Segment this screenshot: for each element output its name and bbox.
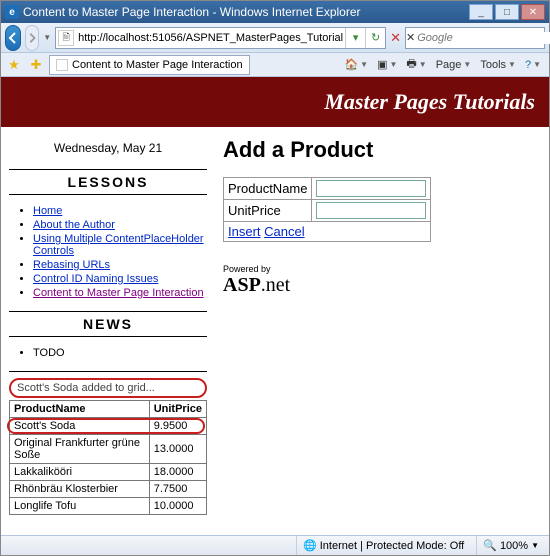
favorites-add-icon[interactable]: ✚ [27,57,45,73]
lesson-link-controlid[interactable]: Control ID Naming Issues [33,273,158,285]
browser-tab[interactable]: Content to Master Page Interaction [49,55,250,75]
close-button[interactable]: ✕ [521,4,545,20]
maximize-button[interactable]: □ [495,4,519,20]
status-zone: 🌐 Internet | Protected Mode: Off [296,536,470,555]
lesson-link-author[interactable]: About the Author [33,219,115,231]
insert-link[interactable]: Insert [228,224,261,239]
rss-icon: ▣ [377,58,387,71]
search-box[interactable]: ✕ 🔍 [405,27,545,49]
sidebar: Wednesday, May 21 LESSONS Home About the… [1,127,215,535]
tab-bar: ★ ✚ Content to Master Page Interaction 🏠… [1,53,549,77]
feeds-button[interactable]: ▣▼ [373,55,401,75]
arrow-left-icon [6,31,20,45]
back-button[interactable] [5,25,21,51]
home-button[interactable]: 🏠▼ [340,55,372,75]
site-banner: Master Pages Tutorials [1,77,549,127]
news-list: TODO [9,347,207,359]
address-bar[interactable]: 🗎 http://localhost:51056/ASPNET_MasterPa… [55,27,386,49]
tools-menu[interactable]: Tools▼ [476,55,520,75]
page-icon: 🗎 [58,30,74,46]
lessons-list: Home About the Author Using Multiple Con… [9,205,207,299]
window-title: Content to Master Page Interaction - Win… [23,5,361,19]
unitprice-input[interactable] [316,202,426,219]
tab-page-icon [56,59,68,71]
add-product-form: ProductName UnitPrice Insert Cancel [223,177,431,242]
table-row: Lakkalikööri18.0000 [10,464,207,481]
help-button[interactable]: ?▼ [521,55,545,75]
status-bar: 🌐 Internet | Protected Mode: Off 🔍 100% … [1,535,549,555]
field-label-unitprice: UnitPrice [224,200,312,222]
stop-button[interactable]: ✕ [390,30,401,46]
minimize-button[interactable]: _ [469,4,493,20]
page-menu[interactable]: Page▼ [432,55,476,75]
arrow-right-icon [26,32,38,44]
productname-input[interactable] [316,180,426,197]
tab-title: Content to Master Page Interaction [72,59,243,71]
search-clear-icon[interactable]: ✕ [406,31,415,44]
main-content: Add a Product ProductName UnitPrice Inse… [215,127,549,535]
zoom-control[interactable]: 🔍 100% ▼ [476,536,545,555]
cancel-link[interactable]: Cancel [264,224,304,239]
products-table: ProductName UnitPrice Scott's Soda9.9500… [9,400,207,515]
lessons-header: LESSONS [9,169,207,195]
nav-history-dropdown[interactable]: ▼ [43,33,51,42]
powered-by: Powered by ASP.net [223,264,541,297]
ie-icon: e [5,5,19,19]
favorites-star-icon[interactable]: ★ [5,57,23,73]
zoom-icon: 🔍 [483,539,497,552]
window-titlebar: e Content to Master Page Interaction - W… [1,1,549,23]
print-button[interactable]: 🖶▼ [402,55,430,75]
forward-button[interactable] [25,25,39,51]
search-input[interactable] [415,32,550,44]
news-item: TODO [33,347,207,359]
status-message: Scott's Soda added to grid... [9,378,207,398]
refresh-button[interactable]: ↻ [365,28,385,48]
tools-menu-label: Tools [480,59,506,71]
address-dropdown[interactable]: ▾ [345,28,365,48]
page-menu-label: Page [436,59,462,71]
nav-toolbar: ▼ 🗎 http://localhost:51056/ASPNET_Master… [1,23,549,53]
print-icon: 🖶 [406,55,416,74]
news-header: NEWS [9,311,207,337]
lesson-link-home[interactable]: Home [33,205,62,217]
help-icon: ? [525,59,531,71]
table-row: Scott's Soda9.9500 [10,418,207,435]
url-text: http://localhost:51056/ASPNET_MasterPage… [76,32,345,44]
table-row: Rhönbräu Klosterbier7.7500 [10,481,207,498]
date-label: Wednesday, May 21 [9,141,207,155]
col-unitprice: UnitPrice [149,401,206,418]
table-row: Longlife Tofu10.0000 [10,498,207,515]
col-productname: ProductName [10,401,150,418]
lesson-link-interaction[interactable]: Content to Master Page Interaction [33,287,204,299]
lesson-link-multiple[interactable]: Using Multiple ContentPlaceHolder Contro… [33,233,204,257]
globe-icon: 🌐 [303,539,317,552]
field-label-productname: ProductName [224,178,312,200]
table-row: Original Frankfurter grüne Soße13.0000 [10,435,207,464]
lesson-link-rebasing[interactable]: Rebasing URLs [33,259,110,271]
home-icon: 🏠 [344,58,358,71]
page-heading: Add a Product [223,137,541,163]
